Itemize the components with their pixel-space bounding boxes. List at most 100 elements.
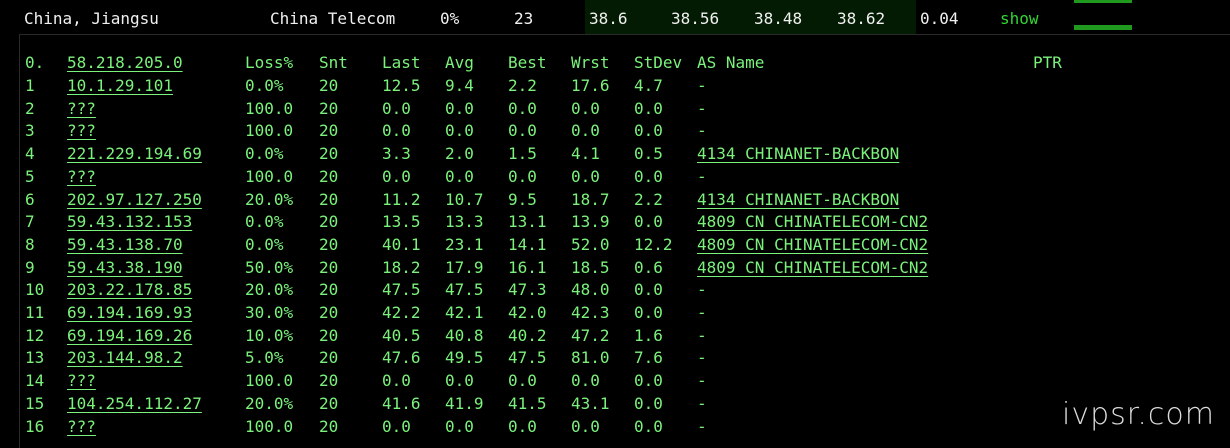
hop-last: 0.0: [382, 371, 411, 391]
hop-best: 0.0: [508, 371, 537, 391]
hop-host[interactable]: ???: [67, 416, 96, 438]
hop-row: 14??? 100.0 20 0.0 0.0 0.0 0.0 0.0 -: [20, 370, 1230, 392]
hop-last: 40.1: [382, 234, 421, 254]
summary-worst: 38.62: [837, 9, 886, 28]
hop-stdev: 4.7: [634, 76, 663, 95]
header-source-host[interactable]: 58.218.205.0: [67, 52, 183, 74]
hop-best: 42.0: [508, 303, 547, 322]
hop-host[interactable]: 203.144.98.2: [67, 347, 183, 369]
hop-avg: 0.0: [445, 416, 474, 436]
show-toggle-link[interactable]: show: [1000, 10, 1039, 28]
hop-host[interactable]: 69.194.169.26: [67, 325, 192, 347]
hop-last: 3.3: [382, 144, 411, 164]
hop-row: 15 104.254.112.27 20.0% 20 41.6 41.9 41.5 43.1 0…: [20, 393, 1230, 415]
hop-stdev: 0.0: [634, 121, 663, 141]
hop-as[interactable]: 4134 CHINANET-BACKBON: [697, 189, 899, 211]
hop-row: 10 203.22.178.85 20.0% 20 47.5 47.5 47.3 48.0 0.…: [20, 279, 1230, 301]
hop-host[interactable]: 10.1.29.101: [67, 75, 173, 97]
hop-host[interactable]: 202.97.127.250: [67, 189, 202, 211]
hop-row: 8 59.43.138.70 0.0% 20 40.1 23.1 14.1 52.0 12.2 4…: [20, 234, 1230, 256]
header-stdev: StDev: [634, 53, 683, 72]
hop-avg: 10.7: [445, 189, 484, 209]
hop-last: 47.5: [382, 280, 421, 300]
hop-snt: 20: [319, 234, 339, 254]
hop-host[interactable]: 104.254.112.27: [67, 393, 202, 415]
hop-wrst: 17.6: [571, 76, 610, 95]
hop-loss: 0.0%: [245, 144, 284, 164]
result-summary-row: China, Jiangsu China Telecom 0% 23 38.6 …: [0, 0, 1230, 34]
hop-avg: 0.0: [445, 98, 474, 118]
status-bar-top: [1074, 0, 1132, 3]
watermark: ivpsr.com: [1062, 397, 1215, 432]
hop-as[interactable]: 4134 CHINANET-BACKBON: [697, 143, 899, 165]
hop-row: 16??? 100.0 20 0.0 0.0 0.0 0.0 0.0 -: [20, 416, 1230, 438]
hop-row: 1 10.1.29.101 0.0% 20 12.5 9.4 2.2 17.6 4.7 -: [20, 75, 1230, 97]
hop-snt: 20: [319, 393, 339, 413]
hop-best: 2.2: [508, 76, 537, 95]
hop-host[interactable]: 59.43.38.190: [67, 257, 183, 279]
hop-best: 9.5: [508, 189, 537, 209]
hop-as: -: [697, 121, 707, 141]
hop-avg: 0.0: [445, 371, 474, 391]
hop-best: 0.0: [508, 416, 537, 436]
hop-host[interactable]: 203.22.178.85: [67, 279, 192, 301]
hop-loss: 100.0: [245, 371, 294, 391]
hop-row: 7 59.43.132.153 0.0% 20 13.5 13.3 13.1 13.9 0.0 4…: [20, 211, 1230, 233]
hop-best: 0.0: [508, 98, 537, 118]
hop-avg: 2.0: [445, 144, 474, 164]
hop-host[interactable]: ???: [67, 98, 96, 120]
hop-as: -: [697, 280, 707, 300]
hop-idx: 4: [25, 144, 35, 164]
hop-loss: 50.0%: [245, 257, 294, 277]
hop-as: -: [697, 393, 707, 413]
hop-host[interactable]: 59.43.138.70: [67, 234, 183, 256]
hop-loss: 20.0%: [245, 189, 294, 209]
hop-host[interactable]: 59.43.132.153: [67, 211, 192, 233]
hop-snt: 20: [319, 303, 339, 322]
hop-as[interactable]: 4809 CN CHINATELECOM-CN2: [697, 257, 928, 279]
header-best: Best: [508, 53, 547, 72]
hop-snt: 20: [319, 280, 339, 300]
hop-wrst: 0.0: [571, 416, 600, 436]
hop-last: 0.0: [382, 166, 411, 186]
hop-as[interactable]: 4809 CN CHINATELECOM-CN2: [697, 211, 928, 233]
hop-wrst: 81.0: [571, 348, 610, 368]
hop-host[interactable]: 69.194.169.93: [67, 302, 192, 324]
hop-host[interactable]: ???: [67, 370, 96, 392]
hop-best: 40.2: [508, 325, 547, 345]
hop-snt: 20: [319, 76, 339, 95]
hop-stdev: 0.6: [634, 257, 663, 277]
hop-snt: 20: [319, 212, 339, 232]
hop-wrst: 18.5: [571, 257, 610, 277]
hop-snt: 20: [319, 325, 339, 345]
hop-as: -: [697, 348, 707, 368]
hop-idx: 3: [25, 121, 35, 141]
hop-snt: 20: [319, 166, 339, 186]
hop-stdev: 0.0: [634, 98, 663, 118]
hop-row: 13 203.144.98.2 5.0% 20 47.6 49.5 47.5 81.0 7.6 -: [20, 347, 1230, 369]
hop-best: 14.1: [508, 234, 547, 254]
hop-loss: 10.0%: [245, 325, 294, 345]
hop-wrst: 48.0: [571, 280, 610, 300]
hop-loss: 5.0%: [245, 348, 284, 368]
hop-loss: 0.0%: [245, 234, 284, 254]
hop-as[interactable]: 4809 CN CHINATELECOM-CN2: [697, 234, 928, 256]
hop-host[interactable]: ???: [67, 166, 96, 188]
hop-wrst: 0.0: [571, 98, 600, 118]
hop-row: 11 69.194.169.93 30.0% 20 42.2 42.1 42.0 42.3 0.…: [20, 302, 1230, 324]
hop-host[interactable]: ???: [67, 120, 96, 142]
hop-avg: 47.5: [445, 280, 484, 300]
hop-loss: 20.0%: [245, 393, 294, 413]
summary-avg: 38.56: [671, 9, 720, 28]
hop-last: 13.5: [382, 212, 421, 232]
hop-avg: 0.0: [445, 166, 474, 186]
hop-host[interactable]: 221.229.194.69: [67, 143, 202, 165]
hop-idx: 2: [25, 98, 35, 118]
hop-row: 2??? 100.0 20 0.0 0.0 0.0 0.0 0.0 -: [20, 98, 1230, 120]
summary-sent: 23: [514, 9, 534, 28]
hop-best: 16.1: [508, 257, 547, 277]
hop-wrst: 13.9: [571, 212, 610, 232]
hop-snt: 20: [319, 348, 339, 368]
hop-wrst: 52.0: [571, 234, 610, 254]
hop-best: 0.0: [508, 166, 537, 186]
